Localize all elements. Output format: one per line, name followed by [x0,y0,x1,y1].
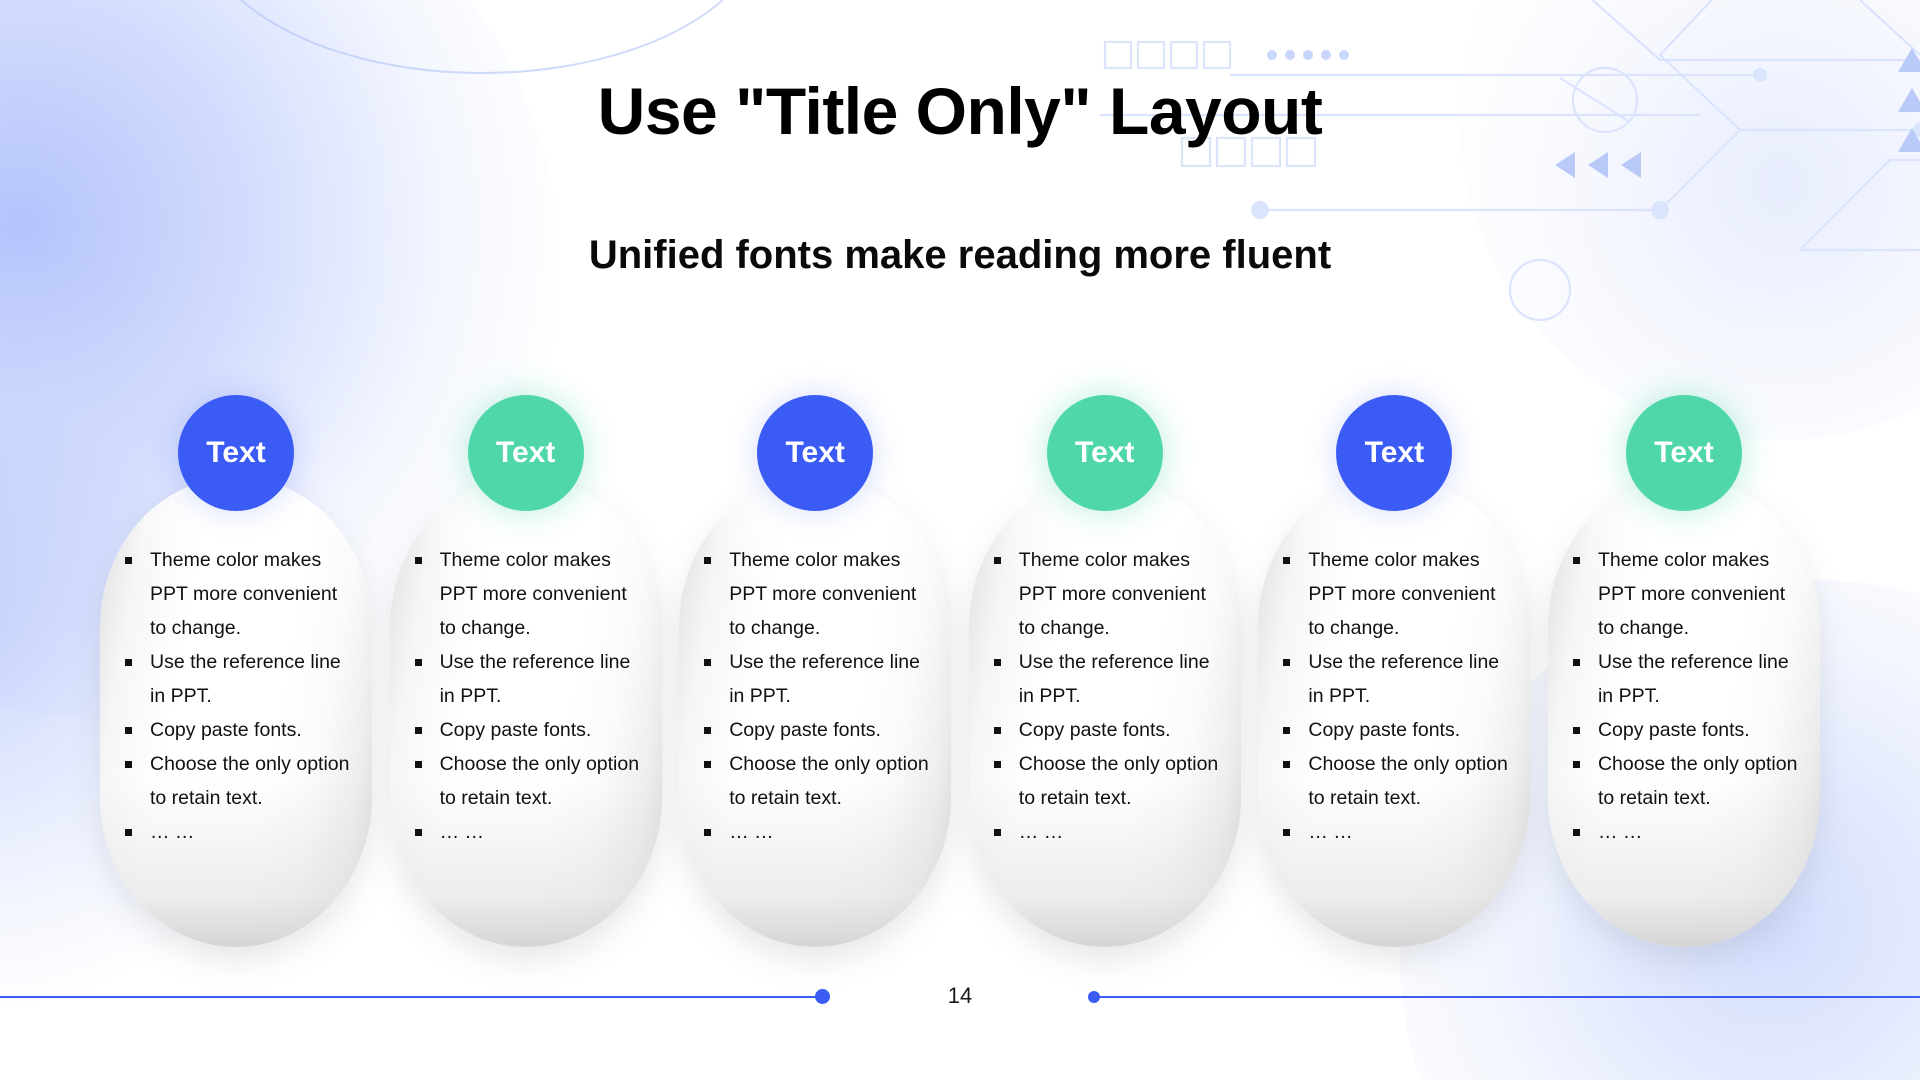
list-item: Use the reference line in PPT. [1280,645,1512,713]
page-subtitle: Unified fonts make reading more fluent [588,233,1332,277]
card-bullet-list: Theme color makes PPT more convenient to… [701,543,933,849]
list-item: Choose the only option to retain text. [1280,747,1512,815]
list-item: Theme color makes PPT more convenient to… [1280,543,1512,645]
list-item: Copy paste fonts. [1570,713,1802,747]
list-item: … … [412,815,644,849]
list-item: Copy paste fonts. [991,713,1223,747]
card-badge[interactable]: Text [757,395,874,511]
card-bullet-list: Theme color makes PPT more convenient to… [1570,543,1802,849]
list-item: Copy paste fonts. [1280,713,1512,747]
list-item: Copy paste fonts. [122,713,354,747]
card-bullet-list: Theme color makes PPT more convenient to… [122,543,354,849]
card-badge[interactable]: Text [1046,395,1163,511]
card-4[interactable]: Theme color makes PPT more convenient to… [968,395,1241,955]
list-item: Use the reference line in PPT. [412,645,644,713]
list-item: … … [122,815,354,849]
list-item: Theme color makes PPT more convenient to… [991,543,1223,645]
page-title: Use "Title Only" Layout [597,74,1323,148]
list-item: Choose the only option to retain text. [991,747,1223,815]
list-item: … … [1280,815,1512,849]
arc-icon [200,0,764,74]
list-item: Choose the only option to retain text. [412,747,644,815]
list-item: Theme color makes PPT more convenient to… [1570,543,1802,645]
card-bullet-list: Theme color makes PPT more convenient to… [991,543,1223,849]
list-item: Theme color makes PPT more convenient to… [701,543,933,645]
card-3[interactable]: Theme color makes PPT more convenient to… [679,395,952,955]
card-bullet-list: Theme color makes PPT more convenient to… [412,543,644,849]
card-6[interactable]: Theme color makes PPT more convenient to… [1547,395,1820,955]
card-badge[interactable]: Text [1336,395,1453,511]
list-item: Theme color makes PPT more convenient to… [412,543,644,645]
list-item: Choose the only option to retain text. [1570,747,1802,815]
list-item: Use the reference line in PPT. [701,645,933,713]
card-1[interactable]: Theme color makes PPT more convenient to… [100,395,372,955]
slide-canvas: Use "Title Only" Layout Unified fonts ma… [0,0,1920,1080]
card-5[interactable]: Theme color makes PPT more convenient to… [1258,395,1531,955]
card-badge[interactable]: Text [467,395,584,511]
card-2[interactable]: Theme color makes PPT more convenient to… [389,395,662,955]
list-item: Use the reference line in PPT. [1570,645,1802,713]
list-item: Theme color makes PPT more convenient to… [122,543,354,645]
list-item: … … [991,815,1223,849]
list-item: Copy paste fonts. [412,713,644,747]
footer-rule-right [1098,996,1920,998]
list-item: Use the reference line in PPT. [991,645,1223,713]
card-badge[interactable]: Text [1625,395,1742,511]
list-item: … … [701,815,933,849]
list-item: … … [1570,815,1802,849]
card-badge[interactable]: Text [178,395,294,511]
card-row: Theme color makes PPT more convenient to… [100,395,1820,955]
list-item: Use the reference line in PPT. [122,645,354,713]
circuit-pattern-icon [1100,0,1920,322]
background-glow-top-right [1460,0,1920,440]
list-item: Choose the only option to retain text. [701,747,933,815]
list-item: Copy paste fonts. [701,713,933,747]
list-item: Choose the only option to retain text. [122,747,354,815]
card-bullet-list: Theme color makes PPT more convenient to… [1280,543,1512,849]
